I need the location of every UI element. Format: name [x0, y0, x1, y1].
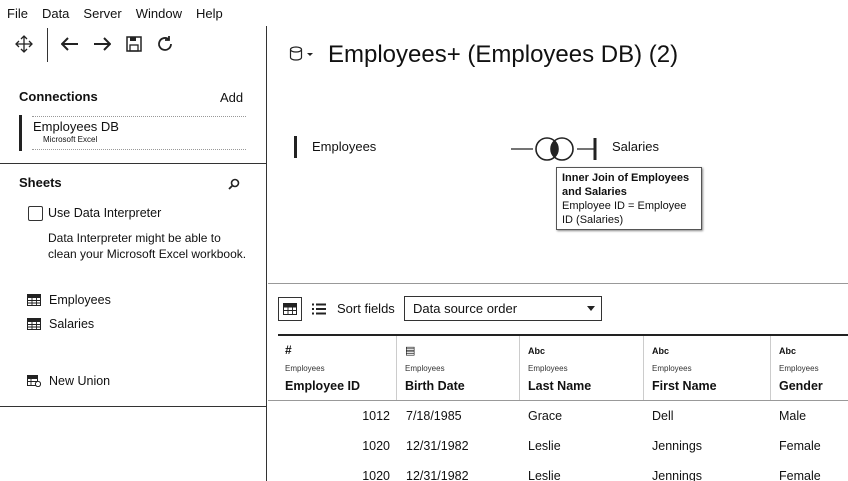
cell-gender: Female	[779, 469, 821, 481]
database-icon[interactable]	[289, 46, 315, 67]
sheet-label: Salaries	[49, 317, 95, 331]
chevron-down-icon	[587, 306, 595, 311]
table-icon	[27, 318, 41, 330]
add-connection-link[interactable]: Add	[220, 90, 243, 105]
cell-gender: Female	[779, 439, 821, 453]
column-source: Employees	[405, 364, 445, 373]
cell-first-name: Jennings	[652, 469, 703, 481]
column-source: Employees	[285, 364, 325, 373]
list-view-icon[interactable]	[312, 302, 326, 320]
cell-birth-date: 12/31/1982	[406, 439, 469, 453]
cell-first-name: Jennings	[652, 439, 703, 453]
use-data-interpreter-label[interactable]: Use Data Interpreter	[48, 206, 161, 220]
cell-last-name: Grace	[528, 409, 563, 423]
left-panel: Connections Add Employees DB Microsoft E…	[0, 26, 267, 481]
sheets-title: Sheets	[19, 175, 62, 190]
sort-fields-dropdown[interactable]: Data source order	[404, 296, 602, 321]
cell-employee-id: 1020	[362, 469, 390, 481]
toolbar	[0, 26, 267, 64]
sort-fields-value: Data source order	[413, 301, 518, 316]
sort-fields-label: Sort fields	[337, 301, 395, 316]
menu-file[interactable]: File	[7, 6, 28, 21]
column-name: Gender	[779, 379, 823, 393]
sheet-item-salaries[interactable]: Salaries	[27, 317, 94, 331]
cell-gender: Male	[779, 409, 807, 423]
new-union-item[interactable]: New Union	[27, 374, 110, 388]
save-icon[interactable]	[124, 34, 144, 54]
menu-help[interactable]: Help	[196, 6, 223, 21]
forward-arrow-icon[interactable]	[92, 34, 112, 54]
column-name: Employee ID	[285, 379, 361, 393]
section-divider	[0, 163, 267, 164]
menu-server[interactable]: Server	[83, 6, 121, 21]
union-icon	[27, 375, 41, 387]
grid-view-icon[interactable]	[278, 297, 302, 321]
string-type-icon[interactable]: Abc	[652, 346, 669, 356]
dotted-divider	[32, 149, 246, 151]
inner-join-icon[interactable]	[511, 136, 601, 167]
cell-last-name: Leslie	[528, 469, 561, 481]
use-data-interpreter-checkbox[interactable]	[28, 206, 43, 221]
search-icon[interactable]	[228, 177, 240, 195]
menu-window[interactable]: Window	[136, 6, 182, 21]
cell-last-name: Leslie	[528, 439, 561, 453]
table-salaries[interactable]: Salaries	[596, 136, 659, 158]
cell-first-name: Dell	[652, 409, 674, 423]
connection-item[interactable]: Employees DB Microsoft Excel	[19, 115, 249, 151]
column-source: Employees	[528, 364, 568, 373]
column-name: Last Name	[528, 379, 592, 393]
column-separator[interactable]	[770, 336, 771, 400]
column-source: Employees	[652, 364, 692, 373]
back-arrow-icon[interactable]	[60, 34, 80, 54]
data-source-canvas: Employees+ (Employees DB) (2) Employees …	[268, 26, 848, 481]
connections-title: Connections	[19, 89, 98, 104]
move-icon[interactable]	[14, 34, 34, 54]
new-union-label: New Union	[49, 374, 111, 388]
connection-type: Microsoft Excel	[43, 135, 98, 144]
join-tooltip: Inner Join of Employees and Salaries Emp…	[556, 167, 702, 230]
interpreter-description: Data Interpreter might be able to clean …	[48, 231, 247, 261]
cell-employee-id: 1020	[362, 439, 390, 453]
cell-employee-id: 1012	[362, 409, 390, 423]
menu-data[interactable]: Data	[42, 6, 69, 21]
column-source: Employees	[779, 364, 819, 373]
grid-header-divider	[268, 400, 848, 401]
canvas-divider[interactable]	[268, 283, 848, 284]
table-icon	[27, 294, 41, 306]
toolbar-separator	[47, 28, 48, 62]
string-type-icon[interactable]: Abc	[779, 346, 796, 356]
table-employees[interactable]: Employees	[294, 136, 376, 158]
sheet-item-employees[interactable]: Employees	[27, 293, 111, 307]
join-tooltip-title: Inner Join of Employees and Salaries	[562, 172, 690, 198]
cell-birth-date: 7/18/1985	[406, 409, 462, 423]
column-separator[interactable]	[519, 336, 520, 400]
column-separator[interactable]	[643, 336, 644, 400]
join-tooltip-clause: Employee ID = Employee ID (Salaries)	[562, 200, 687, 226]
connection-name: Employees DB	[33, 119, 119, 134]
sheet-label: Employees	[49, 293, 111, 307]
string-type-icon[interactable]: Abc	[528, 346, 545, 356]
data-source-title[interactable]: Employees+ (Employees DB) (2)	[328, 41, 678, 69]
column-name: First Name	[652, 379, 717, 393]
menu-bar: File Data Server Window Help	[0, 0, 848, 26]
cell-birth-date: 12/31/1982	[406, 469, 469, 481]
number-type-icon[interactable]: #	[285, 343, 292, 357]
column-separator[interactable]	[396, 336, 397, 400]
refresh-icon[interactable]	[155, 34, 175, 54]
column-name: Birth Date	[405, 379, 465, 393]
date-type-icon[interactable]: ▤	[405, 344, 415, 357]
grid-top-border	[278, 334, 848, 336]
section-divider	[0, 406, 267, 407]
